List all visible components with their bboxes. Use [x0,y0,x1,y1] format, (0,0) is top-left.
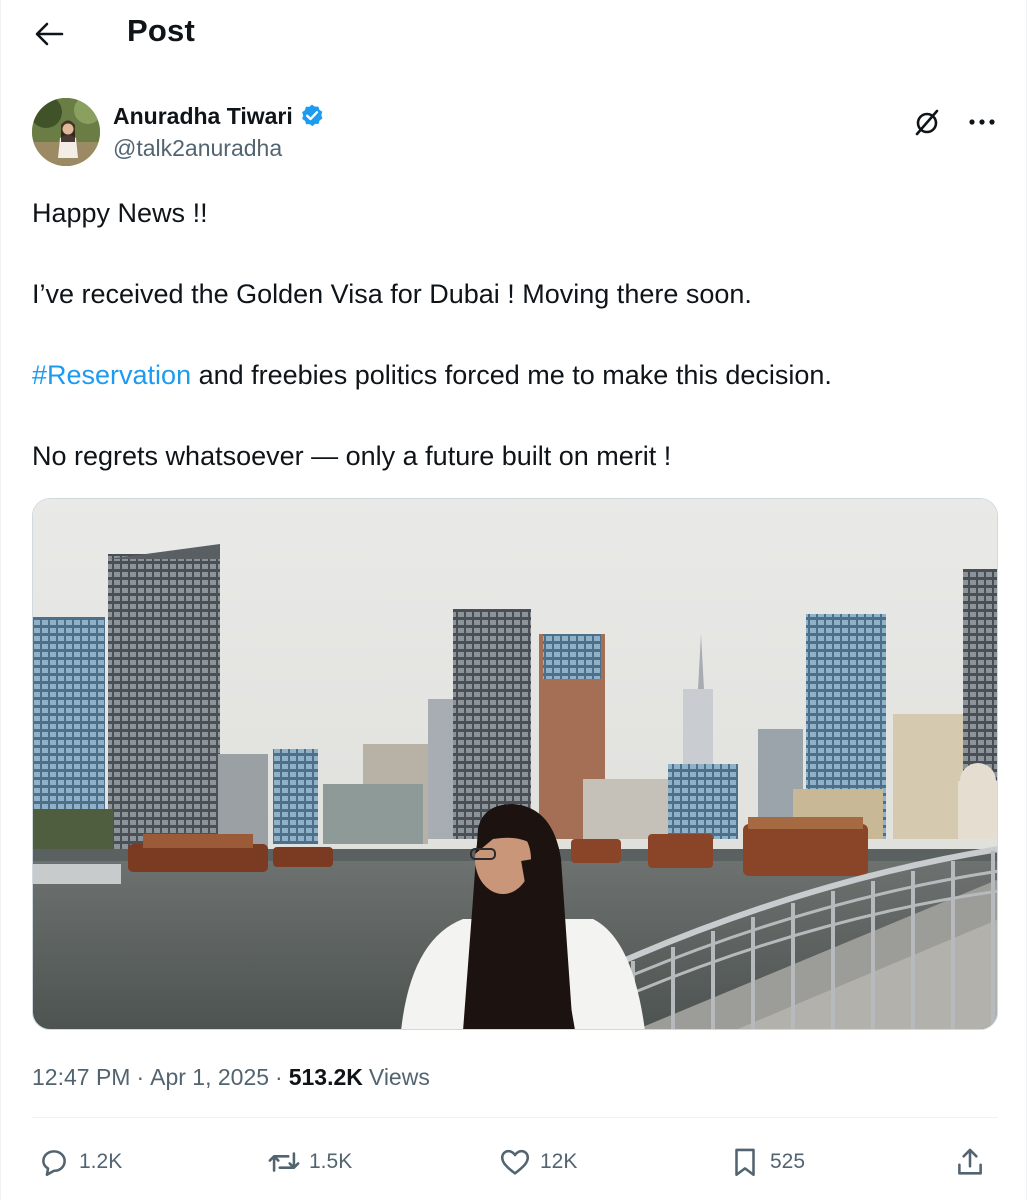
more-horizontal-icon [969,119,995,125]
views-label: Views [368,1063,430,1090]
grok-button[interactable] [909,104,945,140]
verified-badge-icon [299,103,325,129]
views-count[interactable]: 513.2K [289,1064,363,1091]
meta-separator: · [275,1063,283,1090]
author-handle[interactable]: @talk2anuradha [113,135,282,162]
arrow-left-icon [35,22,64,46]
hashtag-link[interactable]: #Reservation [32,360,191,390]
reply-count: 1.2K [79,1150,123,1173]
tweet-line: Happy News !! [32,198,208,228]
like-button[interactable]: 12K [498,1140,577,1184]
author-name[interactable]: Anuradha Tiwari [113,103,293,130]
repost-button[interactable]: 1.5K [267,1140,352,1184]
post-time[interactable]: 12:47 PM [32,1064,130,1091]
tweet-line: #Reservation and freebies politics force… [32,355,992,395]
header: Post [1,0,1026,66]
reply-icon [42,1150,66,1177]
repost-icon [268,1152,300,1172]
share-icon [958,1148,982,1175]
more-button[interactable] [963,104,1001,140]
post-page: Post Anuradha Tiwari @talk2anuradha Happ… [0,0,1027,1200]
tweet-photo[interactable] [32,498,998,1030]
avatar[interactable] [32,98,100,166]
meta-separator: · [136,1063,145,1090]
post-meta: 12:47 PM · Apr 1, 2025 · 513.2K Views [32,1060,430,1094]
reply-button[interactable]: 1.2K [37,1140,122,1184]
tweet-line: I’ve received the Golden Visa for Dubai … [32,279,752,309]
tweet-line-text: and freebies politics forced me to make … [191,360,832,390]
tweet-text: Happy News !! I’ve received the Golden V… [32,193,992,476]
post-date[interactable]: Apr 1, 2025 [150,1064,269,1091]
heart-icon [500,1149,530,1175]
repost-count: 1.5K [309,1150,353,1173]
bookmark-count: 525 [770,1150,806,1173]
like-count: 12K [540,1150,578,1173]
bookmark-icon [735,1148,755,1177]
bookmark-button[interactable]: 525 [728,1140,805,1184]
divider [32,1117,998,1118]
page-title: Post [127,13,195,48]
back-button[interactable] [25,12,73,56]
tweet-line: No regrets whatsoever — only a future bu… [32,441,672,471]
grok-icon [915,109,939,136]
share-button[interactable] [953,1140,987,1184]
author-name-row: Anuradha Tiwari [113,100,325,132]
